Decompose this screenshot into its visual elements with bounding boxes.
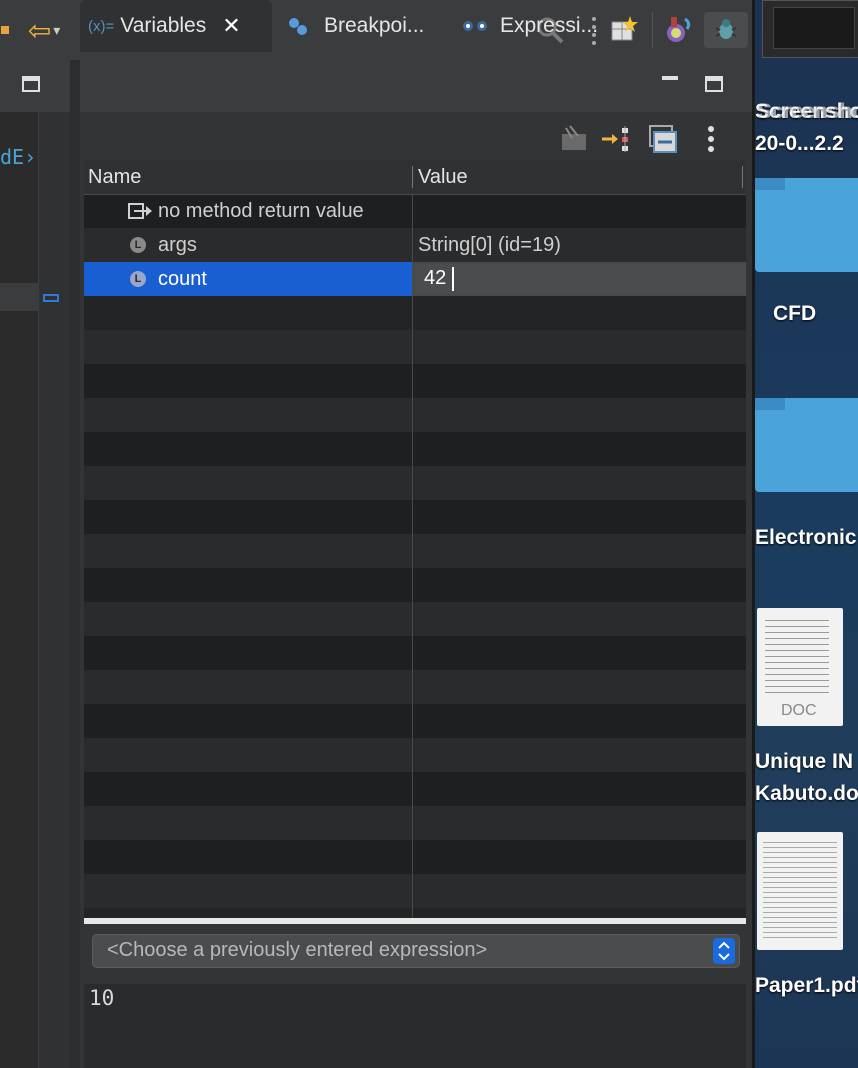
variable-name: no method return value: [158, 200, 364, 222]
table-row-selected[interactable]: L count 42: [84, 262, 746, 296]
editor-overview-ruler[interactable]: [38, 112, 69, 1068]
tab-breakpoints-label: Breakpoi...: [324, 14, 425, 37]
tab-variables[interactable]: (x)= Variables ✕: [80, 0, 272, 52]
editor-tabbar: [0, 60, 70, 112]
close-icon[interactable]: ✕: [222, 13, 240, 39]
empty-row: [84, 432, 746, 466]
local-variable-icon: L: [130, 237, 146, 253]
column-header-name[interactable]: Name: [88, 166, 141, 189]
empty-row: [84, 602, 746, 636]
empty-row: [84, 670, 746, 704]
empty-row: [84, 466, 746, 500]
empty-row: [84, 296, 746, 330]
maximize-icon[interactable]: [22, 76, 40, 92]
show-type-names-icon[interactable]: [558, 124, 590, 154]
table-row[interactable]: L args String[0] (id=19): [84, 228, 746, 262]
value-edit-field[interactable]: 42: [416, 264, 746, 294]
empty-row: [84, 840, 746, 874]
empty-row: [84, 500, 746, 534]
table-header: Name Value: [84, 160, 746, 195]
text-cursor: [452, 267, 454, 291]
desktop-item-label[interactable]: Paper1.pdf: [755, 974, 858, 998]
tab-breakpoints[interactable]: Breakpoi...: [286, 0, 446, 52]
column-header-value[interactable]: Value: [418, 166, 468, 189]
doc-file-icon[interactable]: DOC: [757, 608, 843, 726]
maximize-icon[interactable]: [705, 76, 723, 92]
pdf-file-icon[interactable]: [757, 832, 843, 950]
window-edge: [752, 0, 755, 1068]
expression-history-combo[interactable]: <Choose a previously entered expression>: [92, 934, 740, 968]
folder-icon[interactable]: [755, 398, 858, 492]
empty-row: [84, 738, 746, 772]
code-fragment: dE›: [0, 145, 37, 169]
column-resize-handle[interactable]: [412, 166, 413, 188]
current-line-highlight: [0, 283, 38, 311]
doc-preview-lines: [765, 620, 829, 694]
view-toolbar: [80, 112, 752, 160]
empty-row: [84, 398, 746, 432]
method-return-icon: [128, 203, 152, 219]
folder-tab: [755, 398, 785, 410]
collapse-all-icon[interactable]: [600, 124, 636, 154]
collapse-icon[interactable]: [648, 124, 678, 154]
empty-row: [84, 568, 746, 602]
desktop-folder-label[interactable]: CFD: [755, 302, 858, 326]
thumbnail-image: [773, 7, 855, 49]
chevron-updown-icon: [718, 941, 730, 961]
minimize-icon[interactable]: [662, 76, 678, 80]
empty-row: [84, 534, 746, 568]
empty-row: [84, 364, 746, 398]
doc-badge: DOC: [781, 702, 817, 719]
bug-icon: [715, 19, 737, 39]
column-resize-handle[interactable]: [742, 166, 743, 188]
desktop-item-label-overlay: Screenshot: [758, 100, 858, 123]
expressions-icon: [463, 21, 487, 31]
chevron-down-icon: ▾: [53, 21, 61, 38]
empty-row: [84, 806, 746, 840]
empty-row: [84, 330, 746, 364]
variables-table[interactable]: no method return value L args String[0] …: [84, 160, 746, 918]
java-perspective-icon: [667, 17, 691, 42]
java-perspective-button[interactable]: [660, 12, 700, 48]
desktop-item-label[interactable]: Unique IN: [755, 750, 858, 774]
folder-tab: [755, 178, 785, 190]
combo-dropdown-button[interactable]: [713, 938, 735, 964]
view-tabbar: [80, 60, 752, 112]
variable-value: String[0] (id=19): [418, 234, 561, 256]
empty-row: [84, 704, 746, 738]
variable-name: count: [158, 268, 207, 290]
variable-name: args: [158, 234, 197, 256]
detail-text: 10: [89, 986, 115, 1010]
toolbar-separator: [652, 12, 653, 48]
desktop-item-sublabel: Kabuto.doc: [755, 782, 858, 805]
detail-text-area[interactable]: 10: [84, 984, 746, 1068]
tab-variables-label: Variables: [120, 14, 207, 37]
editor-text-area[interactable]: [0, 112, 38, 1068]
breakpoints-icon: [289, 18, 307, 35]
debug-perspective-button[interactable]: [704, 12, 748, 48]
empty-row: [84, 874, 746, 908]
back-arrow-icon: ⇦: [27, 14, 52, 46]
toolbar-partial-icon[interactable]: [0, 12, 10, 48]
combo-placeholder: <Choose a previously entered expression>: [107, 939, 488, 961]
back-button[interactable]: ⇦ ▾: [18, 12, 70, 48]
empty-row: [84, 636, 746, 670]
desktop-item-sublabel: 20-0...2.2: [755, 132, 844, 155]
column-divider: [412, 194, 413, 918]
view-menu-icon[interactable]: [706, 124, 716, 154]
tab-expressions[interactable]: Expressi...: [460, 0, 620, 52]
table-row[interactable]: no method return value: [84, 194, 746, 228]
ruler-marker[interactable]: [43, 294, 59, 302]
pdf-preview-lines: [763, 842, 837, 940]
value-edit-text: 42: [424, 267, 447, 289]
tab-expressions-label: Expressi...: [500, 14, 599, 37]
local-variable-icon: L: [130, 271, 146, 287]
variables-icon: (x)=: [88, 17, 115, 35]
folder-icon[interactable]: [755, 178, 858, 272]
empty-row: [84, 772, 746, 806]
screenshot-thumbnail[interactable]: [762, 0, 858, 58]
desktop-item-label[interactable]: Electronic: [755, 526, 858, 550]
